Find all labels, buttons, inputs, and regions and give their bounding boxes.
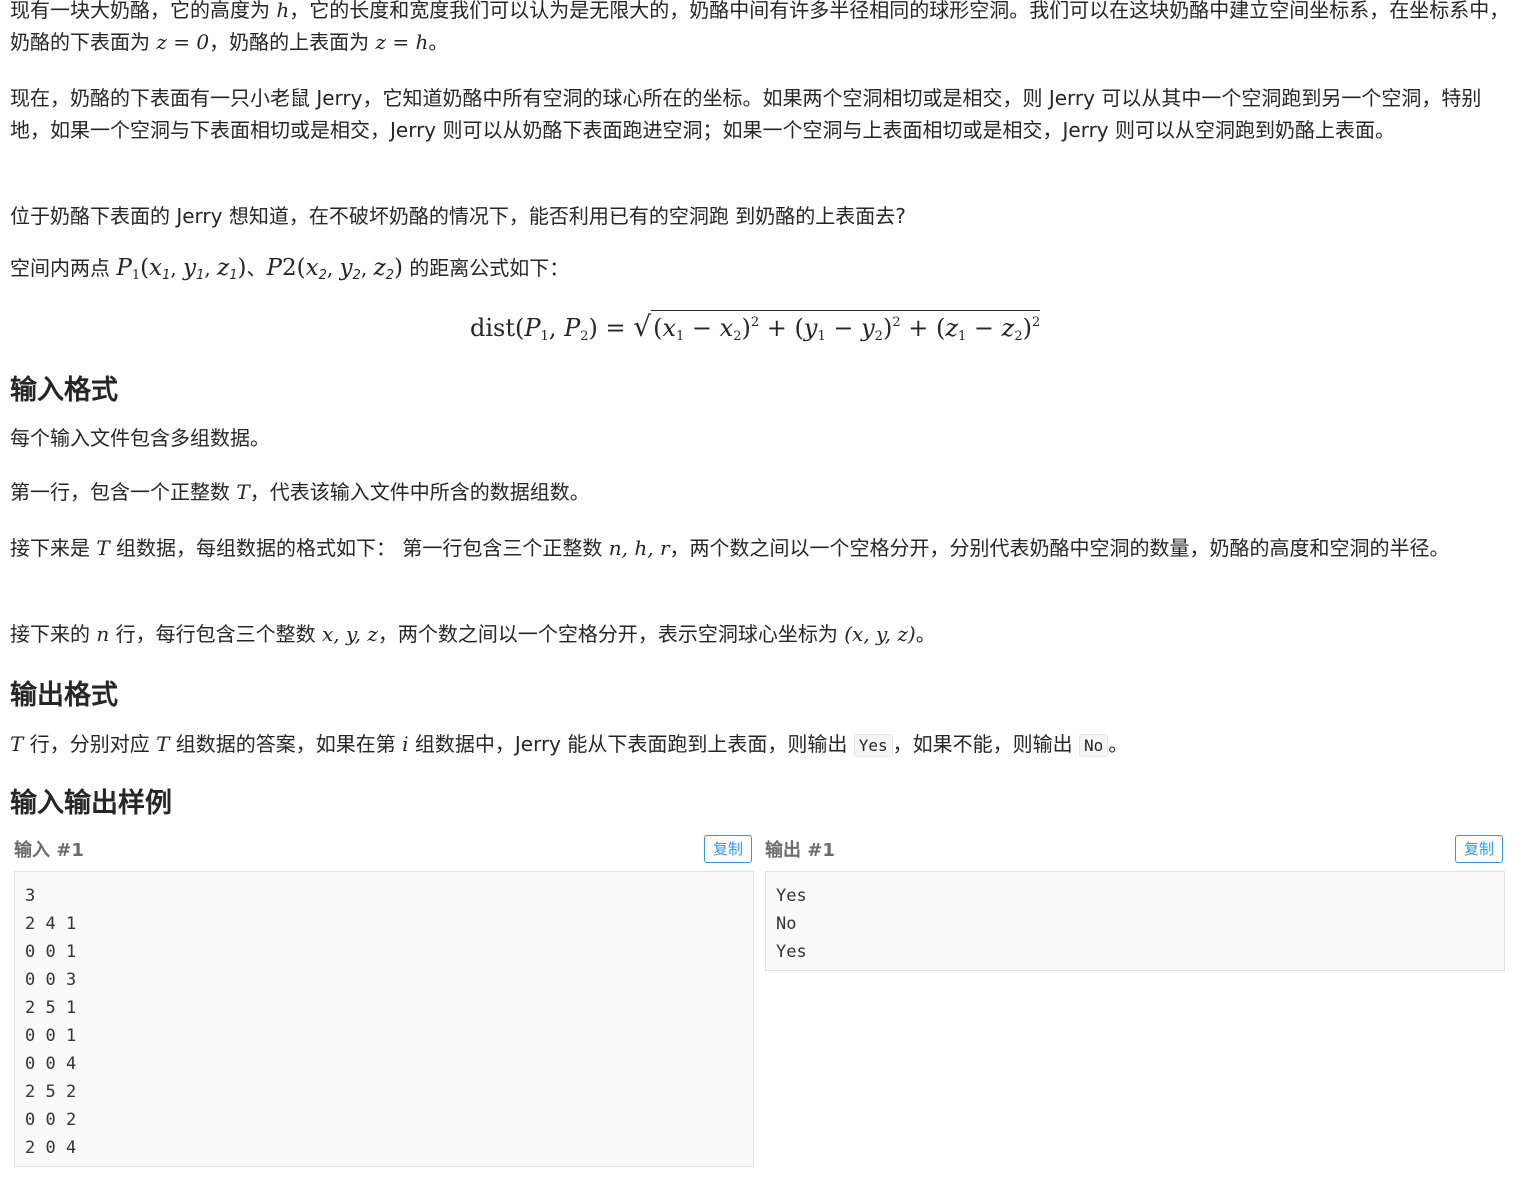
- input-format-line-3: 接下来是 T 组数据，每组数据的格式如下： 第一行包含三个正整数 n, h, r…: [10, 536, 1450, 560]
- problem-page: 现有一块大奶酪，它的高度为 h，它的长度和宽度我们可以认为是无限大的，奶酪中间有…: [0, 0, 1522, 1177]
- math-h: h: [276, 0, 290, 22]
- output-format-heading: 输出格式: [10, 680, 118, 711]
- math-z0: z = 0: [156, 30, 210, 54]
- sample-input-label: 输入 #1: [14, 840, 84, 861]
- no-code: No: [1079, 734, 1109, 757]
- sample-input-code: 3 2 4 1 0 0 1 0 0 3 2 5 1 0 0 1 0 0 4 2 …: [14, 871, 754, 1167]
- input-format-line-1: 每个输入文件包含多组数据。: [10, 426, 270, 450]
- problem-paragraph-3: 位于奶酪下表面的 Jerry 想知道，在不破坏奶酪的情况下，能否利用已有的空洞跑…: [10, 204, 906, 228]
- sample-output-label: 输出 #1: [765, 840, 835, 861]
- problem-paragraph-4: 空间内两点 P1(x1, y1, z1)、P2(x2, y2, z2) 的距离公…: [10, 255, 570, 283]
- sample-output-code: Yes No Yes: [765, 871, 1505, 971]
- input-format-line-2: 第一行，包含一个正整数 T，代表该输入文件中所含的数据组数。: [10, 480, 590, 504]
- math-zh: z = h: [375, 30, 429, 54]
- samples-heading: 输入输出样例: [10, 788, 172, 819]
- output-format-line-1: T 行，分别对应 T 组数据的答案，如果在第 i 组数据中，Jerry 能从下表…: [10, 732, 1129, 757]
- input-format-line-4: 接下来的 n 行，每行包含三个整数 x, y, z，两个数之间以一个空格分开，表…: [10, 622, 936, 646]
- copy-input-button[interactable]: 复制: [704, 835, 752, 863]
- input-format-heading: 输入格式: [10, 375, 118, 406]
- yes-code: Yes: [853, 734, 893, 757]
- problem-paragraph-2: 现在，奶酪的下表面有一只小老鼠 Jerry，它知道奶酪中所有空洞的球心所在的坐标…: [10, 86, 1482, 142]
- distance-formula: dist(P1, P2) = √(x1 − x2)2 + (y1 − y2)2 …: [470, 310, 1041, 344]
- problem-paragraph-1: 现有一块大奶酪，它的高度为 h，它的长度和宽度我们可以认为是无限大的，奶酪中间有…: [10, 0, 1510, 54]
- copy-output-button[interactable]: 复制: [1455, 835, 1503, 863]
